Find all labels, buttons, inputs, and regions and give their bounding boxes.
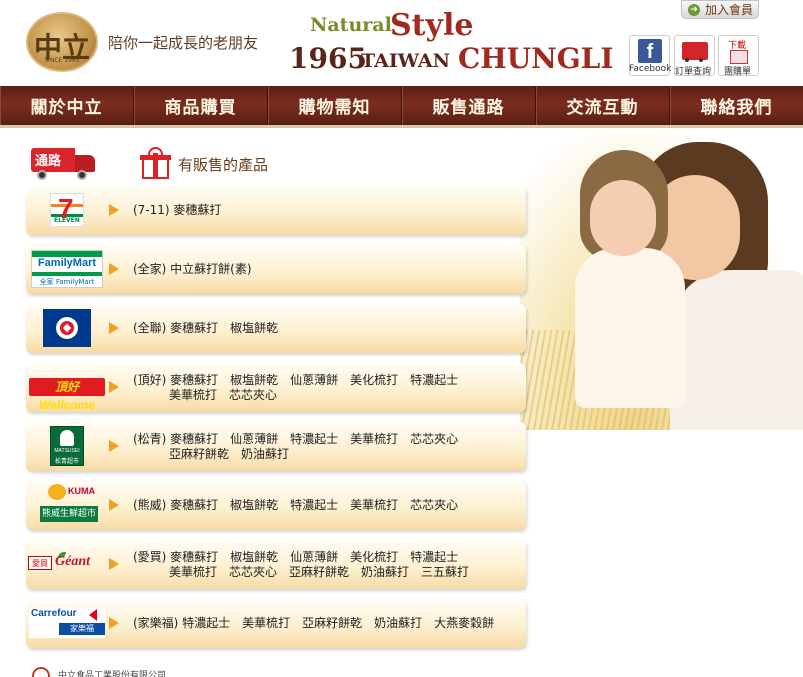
store-products: (全聯) 麥穗蘇打 椒塩餅乾 xyxy=(133,321,279,335)
store-products: (愛買) 麥穗蘇打 椒塩餅乾 仙蔥薄餅 美化梳打 特濃起士 美華梳打 芯芯夾心 … xyxy=(133,550,470,579)
store-logo-wellcome: 頂好Wellcome xyxy=(28,367,106,412)
slogan: 陪你一起成長的老朋友 xyxy=(108,34,259,52)
store-logo-matsusei: MATSUSEI 松青超市 xyxy=(28,426,106,466)
store-products: (7-11) 麥穗蘇打 xyxy=(133,203,222,217)
site-header: 中立 SINCE 1965 陪你一起成長的老朋友 Natural Style 1… xyxy=(0,0,803,86)
nav-about[interactable]: 關於中立 xyxy=(0,86,134,125)
brand-style: Style xyxy=(390,8,474,43)
download-doc-icon xyxy=(730,50,748,64)
facebook-label[interactable]: Facebook xyxy=(629,64,671,74)
arrow-right-icon xyxy=(109,617,119,629)
section-title: 有販售的產品 xyxy=(178,156,269,174)
store-logo-familymart: FamilyMart 全家 FamilyMart xyxy=(28,249,106,289)
order-query-label[interactable]: 訂單查詢 xyxy=(675,64,711,77)
store-row-matsusei[interactable]: MATSUSEI 松青超市 (松青) 麥穗蘇打 仙蔥薄餅 特濃起士 美華梳打 芯… xyxy=(26,422,526,471)
store-logo-geant: 愛買 Géant xyxy=(28,544,106,584)
store-products: (頂好) 麥穗蘇打 椒塩餅乾 仙蔥薄餅 美化梳打 特濃起士 美華梳打 芯芯夾心 xyxy=(133,373,459,402)
store-row-wellcome[interactable]: 頂好Wellcome (頂好) 麥穗蘇打 椒塩餅乾 仙蔥薄餅 美化梳打 特濃起士… xyxy=(26,363,526,412)
order-truck-icon xyxy=(682,42,708,62)
nav-shopping-info[interactable]: 購物需知 xyxy=(268,86,402,125)
facebook-icon: f xyxy=(638,39,662,63)
nav-shop[interactable]: 商品購買 xyxy=(134,86,268,125)
brand-chungli: CHUNGLI xyxy=(458,42,614,75)
store-logo-pxmart xyxy=(28,308,106,348)
store-products: (全家) 中立蘇打餅(素) xyxy=(133,262,252,276)
brand-natural: Natural xyxy=(310,14,392,36)
brand-year: 1965 xyxy=(289,42,367,75)
store-logo-711: 7 ELEVEN xyxy=(28,190,106,230)
arrow-right-icon xyxy=(109,322,119,334)
store-row-pxmart[interactable]: (全聯) 麥穗蘇打 椒塩餅乾 xyxy=(26,304,526,353)
arrow-right-icon xyxy=(109,558,119,570)
arrow-right-icon xyxy=(109,381,119,393)
channel-badge-label: 通路 xyxy=(35,154,62,169)
join-member-label: 加入會員 xyxy=(705,3,754,17)
child-body xyxy=(575,248,685,408)
hero-photo-mother-daughter xyxy=(520,130,803,430)
store-logo-carrefour: Carrefour 家樂福 xyxy=(28,603,106,643)
store-products: (熊威) 麥穗蘇打 椒塩餅乾 特濃起士 美華梳打 芯芯夾心 xyxy=(133,498,459,512)
nav-sales-channels[interactable]: 販售通路 xyxy=(402,86,536,125)
join-member-button[interactable]: ➔ 加入會員 xyxy=(681,0,759,19)
store-row-kuma[interactable]: KUMA 熊威生鮮超市 (熊威) 麥穗蘇打 椒塩餅乾 特濃起士 美華梳打 芯芯夾… xyxy=(26,481,526,530)
nav-contact[interactable]: 聯絡我們 xyxy=(670,86,803,125)
group-order-label[interactable]: 團購單 xyxy=(724,64,751,77)
gift-icon xyxy=(139,147,172,180)
logo-sub: SINCE 1965 xyxy=(44,57,80,64)
arrow-right-icon xyxy=(109,440,119,452)
arrow-circle-icon: ➔ xyxy=(688,3,700,16)
channel-truck-icon: 通路 xyxy=(31,146,97,182)
arrow-right-icon xyxy=(109,499,119,511)
main-nav: 關於中立 商品購買 購物需知 販售通路 交流互動 聯絡我們 xyxy=(0,86,803,128)
arrow-right-icon xyxy=(109,204,119,216)
nav-interaction[interactable]: 交流互動 xyxy=(536,86,670,125)
store-row-geant[interactable]: 愛買 Géant (愛買) 麥穗蘇打 椒塩餅乾 仙蔥薄餅 美化梳打 特濃起士 美… xyxy=(26,540,526,589)
arrow-right-icon xyxy=(109,263,119,275)
footer-logo-icon xyxy=(32,667,50,677)
brand-taiwan: TAIWAN xyxy=(361,50,450,72)
child-face xyxy=(590,180,656,256)
footer-company: 中立食品工業股份有限公司 xyxy=(58,671,167,677)
store-row-carrefour[interactable]: Carrefour 家樂福 (家樂福) 特濃起士 美華梳打 亞麻籽餅乾 奶油蘇打… xyxy=(26,599,526,648)
store-row-711[interactable]: 7 ELEVEN (7-11) 麥穗蘇打 xyxy=(26,186,526,235)
mother-body xyxy=(670,270,803,430)
store-logo-kuma: KUMA 熊威生鮮超市 xyxy=(28,484,106,525)
company-logo[interactable]: 中立 SINCE 1965 xyxy=(26,12,98,72)
store-products: (松青) 麥穗蘇打 仙蔥薄餅 特濃起士 美華梳打 芯芯夾心 亞麻籽餅乾 奶油蘇打 xyxy=(133,432,459,461)
store-products: (家樂福) 特濃起士 美華梳打 亞麻籽餅乾 奶油蘇打 大燕麥穀餅 xyxy=(133,616,495,630)
store-row-familymart[interactable]: FamilyMart 全家 FamilyMart (全家) 中立蘇打餅(素) xyxy=(26,245,526,294)
